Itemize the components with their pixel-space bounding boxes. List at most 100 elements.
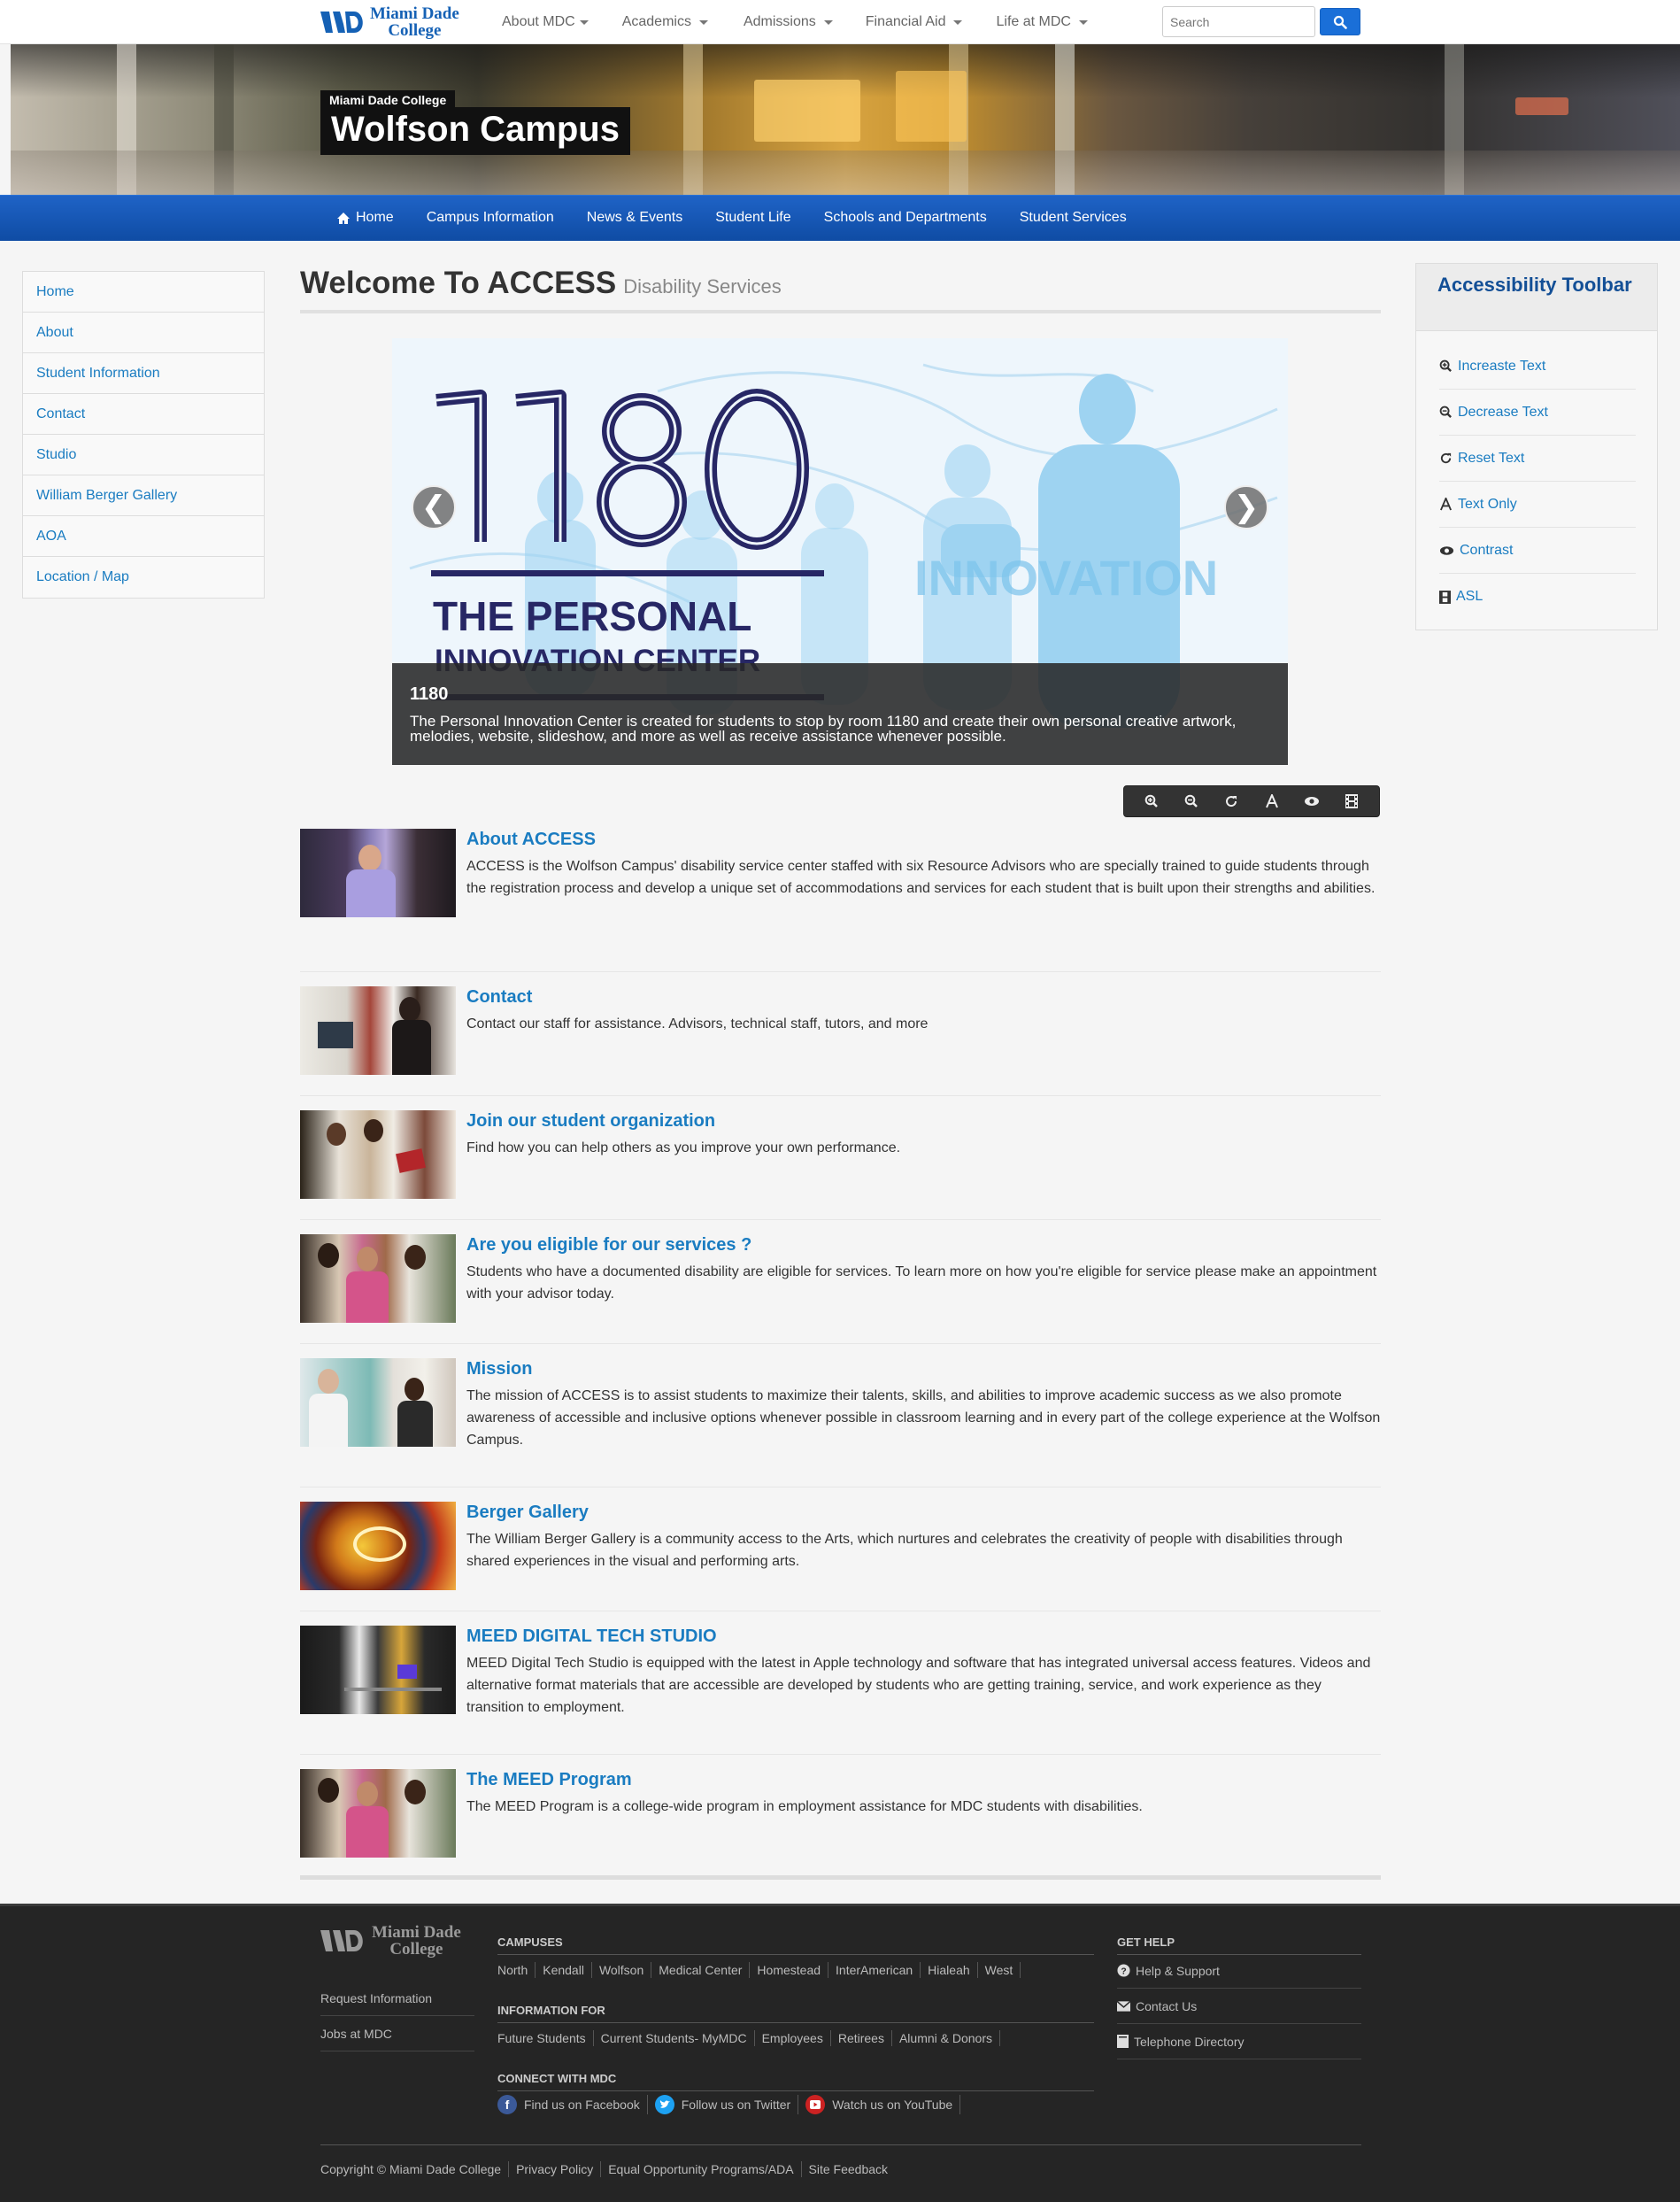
- student-organization-thumbnail[interactable]: [300, 1110, 456, 1199]
- topnav-academics[interactable]: Academics: [622, 14, 708, 30]
- item-title[interactable]: Mission: [466, 1359, 1381, 1379]
- footer-campus-hialeah[interactable]: Hialeah: [921, 1962, 978, 1978]
- campus-banner-image: [11, 44, 1680, 195]
- mainnav-campus-information[interactable]: Campus Information: [427, 210, 554, 226]
- footer-campus-homestead[interactable]: Homestead: [750, 1962, 829, 1978]
- footer-campus-kendall[interactable]: Kendall: [536, 1962, 592, 1978]
- sidebar-item-about[interactable]: About: [23, 313, 264, 353]
- toolbar-contrast[interactable]: Contrast: [1439, 528, 1636, 574]
- topnav-life-at-mdc[interactable]: Life at MDC: [996, 14, 1088, 30]
- footer-connect-title: CONNECT WITH MDC: [497, 2072, 1094, 2091]
- mdc-logo[interactable]: Miami Dade College: [320, 4, 459, 40]
- topnav-financial-aid[interactable]: Financial Aid: [866, 14, 963, 30]
- sidebar-item-student-information[interactable]: Student Information: [23, 353, 264, 394]
- svg-text:?: ?: [1121, 1966, 1126, 1976]
- footer-campus-wolfson[interactable]: Wolfson: [592, 1962, 652, 1978]
- item-title[interactable]: Contact: [466, 987, 1381, 1007]
- mainnav-student-life[interactable]: Student Life: [715, 210, 790, 226]
- toolbar-decrease-text[interactable]: Decrease Text: [1439, 390, 1636, 436]
- sidebar-item-contact[interactable]: Contact: [23, 394, 264, 435]
- toolbar-reset-text[interactable]: Reset Text: [1439, 436, 1636, 482]
- footer-privacy-policy[interactable]: Privacy Policy: [509, 2161, 602, 2177]
- footer-info-current-students[interactable]: Current Students- MyMDC: [594, 2030, 755, 2046]
- footer-youtube-link[interactable]: Watch us on YouTube: [798, 2095, 961, 2114]
- berger-gallery-thumbnail[interactable]: [300, 1502, 456, 1590]
- carousel-next-button[interactable]: ❯: [1224, 485, 1268, 529]
- toolbar-text-only[interactable]: Text Only: [1439, 482, 1636, 528]
- item-title[interactable]: Berger Gallery: [466, 1503, 1381, 1522]
- sidebar-item-studio[interactable]: Studio: [23, 435, 264, 475]
- footer-equal-opportunity[interactable]: Equal Opportunity Programs/ADA: [601, 2161, 802, 2177]
- mission-thumbnail[interactable]: [300, 1358, 456, 1447]
- content-list: About ACCESS ACCESS is the Wolfson Campu…: [300, 829, 1381, 1858]
- toolbar-asl[interactable]: ASL: [1439, 574, 1636, 620]
- item-title[interactable]: Are you eligible for our services ?: [466, 1235, 1381, 1255]
- caret-down-icon: [823, 19, 833, 25]
- search-icon: [1333, 15, 1347, 29]
- footer-info-alumni-donors[interactable]: Alumni & Donors: [892, 2030, 1001, 2046]
- footer-site-feedback[interactable]: Site Feedback: [802, 2161, 896, 2177]
- caret-down-icon: [579, 19, 589, 25]
- footer-twitter-link[interactable]: Follow us on Twitter: [648, 2095, 799, 2114]
- carousel-prev-button[interactable]: ❮: [412, 485, 456, 529]
- eligibility-thumbnail[interactable]: [300, 1234, 456, 1323]
- footer-twitter-label: Follow us on Twitter: [681, 2098, 791, 2112]
- mini-zoom-in-button[interactable]: [1136, 788, 1168, 815]
- mini-text-only-button[interactable]: [1256, 788, 1288, 815]
- mini-contrast-button[interactable]: [1296, 788, 1328, 815]
- footer-info-future-students[interactable]: Future Students: [497, 2030, 594, 2046]
- footer-help-support[interactable]: ? Help & Support: [1117, 1953, 1361, 1989]
- accessibility-toolbar: Accessibility Toolbar Increaste Text Dec…: [1415, 263, 1658, 630]
- mainnav-home[interactable]: Home: [336, 210, 394, 226]
- topnav-label: Admissions: [743, 14, 816, 29]
- mdc-logo-text: Miami Dade College: [370, 5, 459, 39]
- footer-campus-medical-center[interactable]: Medical Center: [651, 1962, 751, 1978]
- footer-jobs-at-mdc[interactable]: Jobs at MDC: [320, 2016, 474, 2051]
- topnav-about-mdc[interactable]: About MDC: [502, 14, 589, 30]
- topnav-admissions[interactable]: Admissions: [744, 14, 833, 30]
- sidebar-item-aoa[interactable]: AOA: [23, 516, 264, 557]
- footer-info-employees[interactable]: Employees: [755, 2030, 831, 2046]
- search-button[interactable]: [1320, 8, 1360, 35]
- caret-down-icon: [698, 19, 708, 25]
- font-icon: [1440, 498, 1452, 511]
- mainnav-schools-departments[interactable]: Schools and Departments: [824, 210, 987, 226]
- item-title[interactable]: About ACCESS: [466, 830, 1381, 849]
- about-access-thumbnail[interactable]: [300, 829, 456, 917]
- facebook-icon: f: [497, 2095, 517, 2114]
- toolbar-item-label: ASL: [1456, 589, 1483, 604]
- footer-campus-north[interactable]: North: [497, 1962, 536, 1978]
- footer-request-information[interactable]: Request Information: [320, 1981, 474, 2016]
- footer-info-retirees[interactable]: Retirees: [831, 2030, 892, 2046]
- mini-asl-button[interactable]: [1336, 788, 1368, 815]
- digital-tech-studio-thumbnail[interactable]: [300, 1626, 456, 1714]
- sidebar-item-william-berger-gallery[interactable]: William Berger Gallery: [23, 475, 264, 516]
- footer-contact-us[interactable]: Contact Us: [1117, 1989, 1361, 2024]
- toolbar-increase-text[interactable]: Increaste Text: [1439, 344, 1636, 390]
- footer-telephone-directory[interactable]: Telephone Directory: [1117, 2024, 1361, 2059]
- search-input[interactable]: [1162, 6, 1315, 37]
- item-title[interactable]: MEED DIGITAL TECH STUDIO: [466, 1626, 1381, 1646]
- footer-facebook-link[interactable]: f Find us on Facebook: [497, 2095, 648, 2114]
- mini-reset-button[interactable]: [1215, 788, 1247, 815]
- mini-zoom-out-button[interactable]: [1175, 788, 1207, 815]
- zoom-out-icon: [1439, 406, 1452, 418]
- item-title[interactable]: The MEED Program: [466, 1770, 1381, 1789]
- top-navigation: About MDC Academics Admissions Financial…: [502, 0, 1121, 44]
- mainnav-news-events[interactable]: News & Events: [587, 210, 682, 226]
- sidebar-item-location-map[interactable]: Location / Map: [23, 557, 264, 598]
- film-icon: [1345, 794, 1359, 808]
- topnav-label: Life at MDC: [996, 14, 1071, 29]
- item-title[interactable]: Join our student organization: [466, 1111, 1381, 1131]
- footer-connect-row: f Find us on Facebook Follow us on Twitt…: [497, 2095, 961, 2114]
- sidebar-item-home[interactable]: Home: [23, 272, 264, 313]
- contact-thumbnail[interactable]: [300, 986, 456, 1075]
- item-text: The William Berger Gallery is a communit…: [466, 1532, 1343, 1569]
- footer-campus-west[interactable]: West: [978, 1962, 1021, 1978]
- footer-divider: [320, 2144, 1361, 2145]
- mainnav-student-services[interactable]: Student Services: [1020, 210, 1127, 226]
- meed-program-thumbnail[interactable]: [300, 1769, 456, 1858]
- footer-campus-interamerican[interactable]: InterAmerican: [828, 1962, 921, 1978]
- question-icon: ?: [1117, 1964, 1130, 1977]
- footer-logo[interactable]: Miami Dade College: [320, 1924, 461, 1958]
